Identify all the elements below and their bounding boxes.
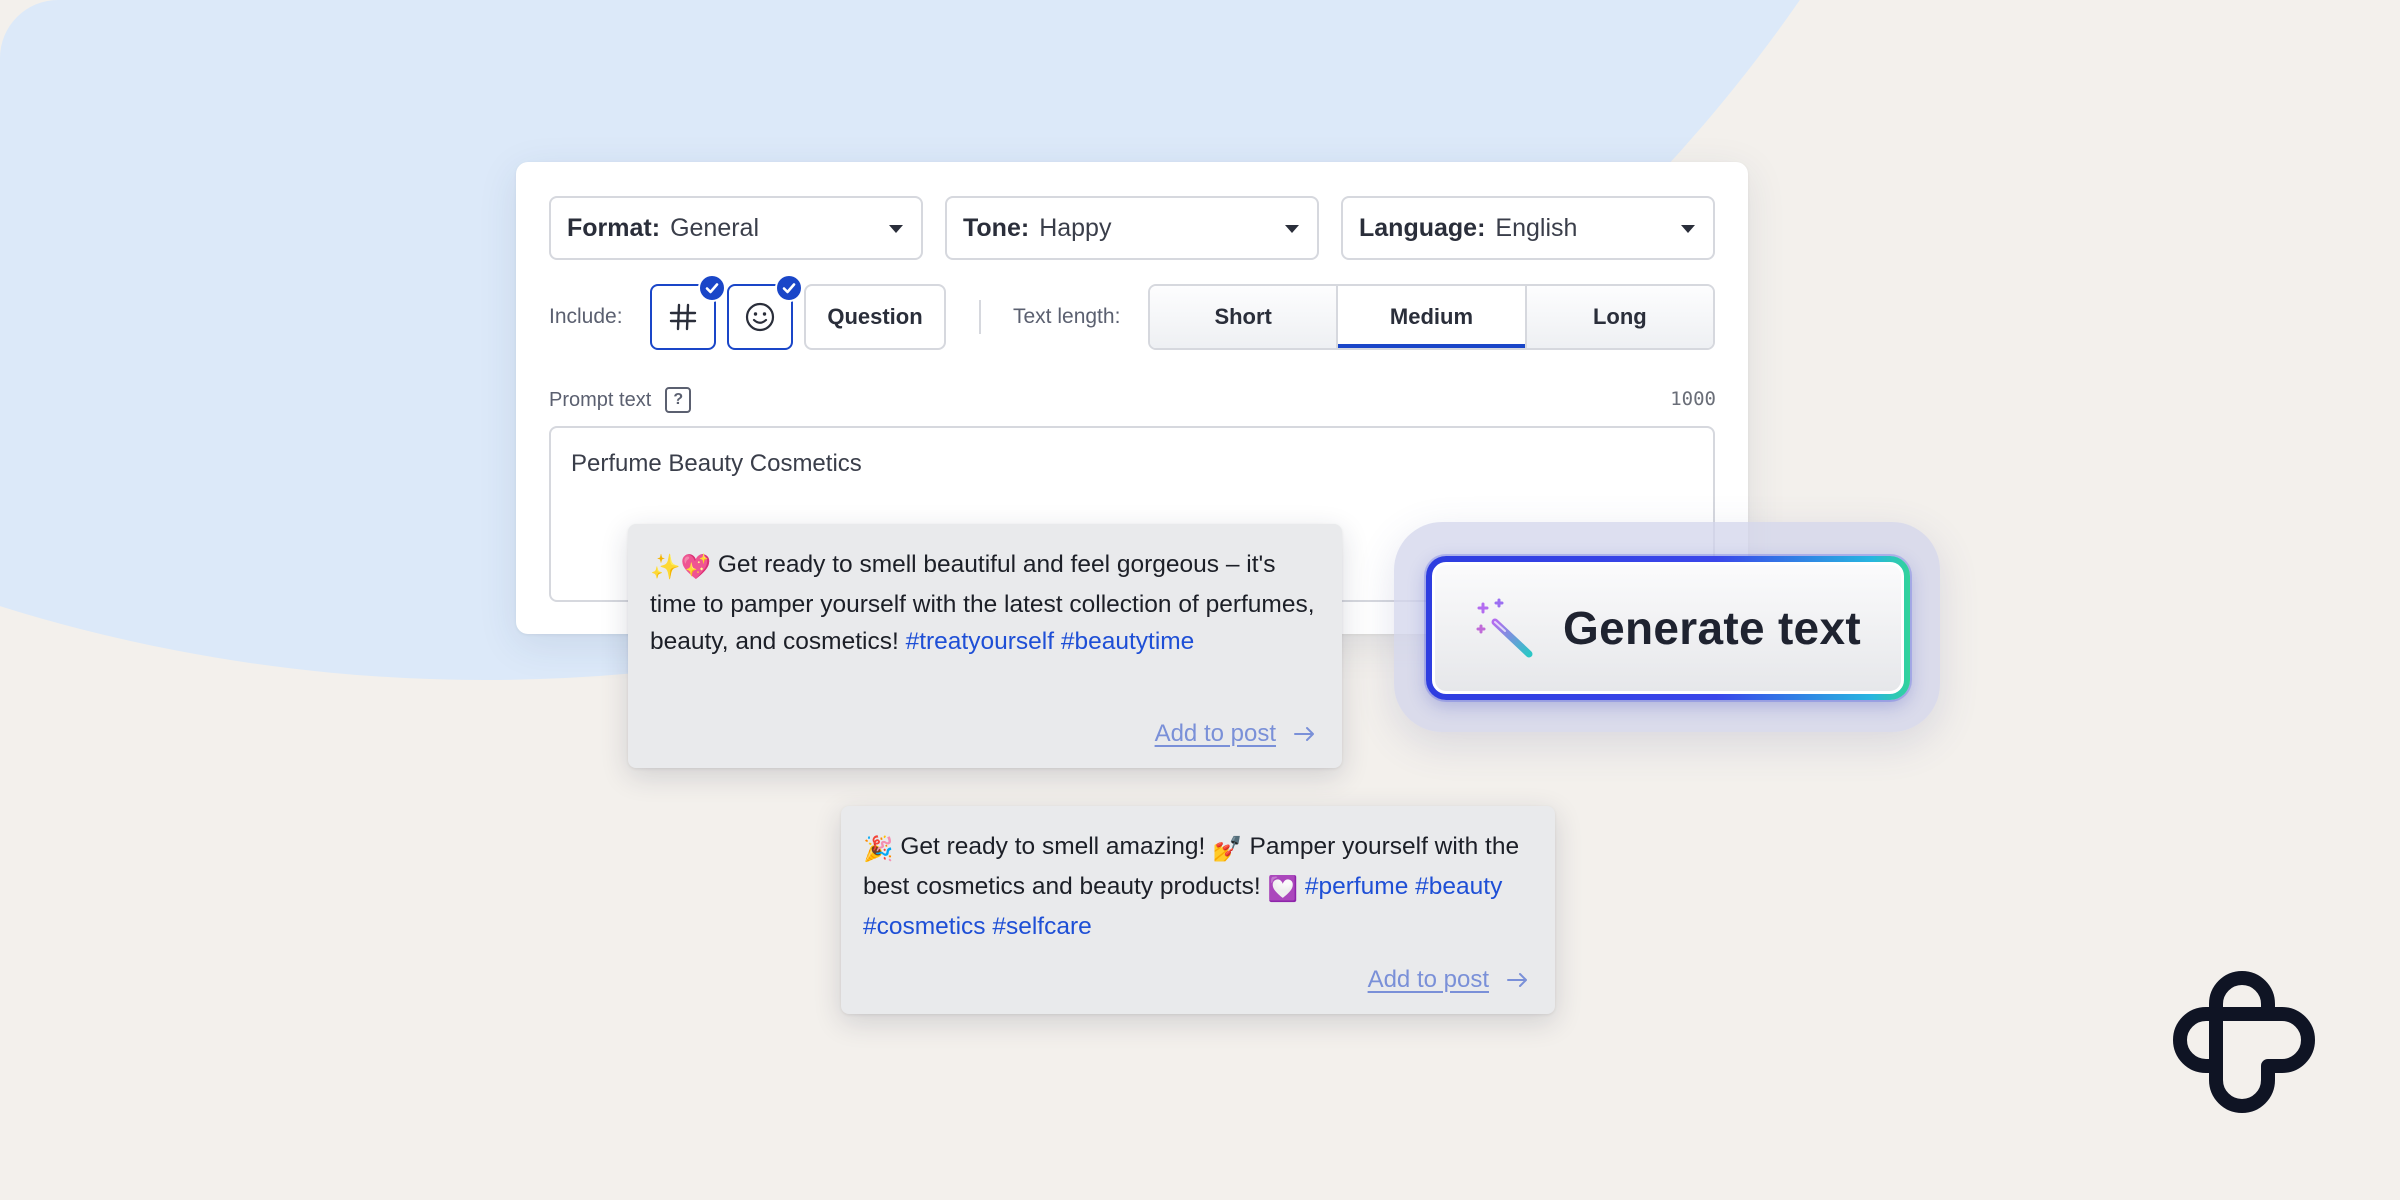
generate-button-label: Generate text — [1563, 602, 1861, 654]
include-question-button[interactable]: Question — [804, 284, 946, 350]
tone-label: Tone: — [963, 213, 1030, 242]
nail-polish-emoji: 💅 — [1212, 836, 1243, 863]
generate-button-face: Generate text — [1432, 562, 1904, 694]
format-label: Format: — [567, 213, 661, 242]
add-to-post-label: Add to post — [1154, 720, 1276, 747]
hash-icon — [669, 303, 697, 331]
checkmark-icon — [775, 274, 803, 302]
prompt-value: Perfume Beauty Cosmetics — [571, 450, 862, 477]
text-length-long[interactable]: Long — [1526, 286, 1713, 348]
include-hashtags-toggle[interactable] — [650, 274, 726, 350]
hashtag[interactable]: #treatyourself — [906, 628, 1054, 655]
language-label: Language: — [1359, 213, 1486, 242]
result-text: 🎉 Get ready to smell amazing! 💅 Pamper y… — [863, 828, 1533, 945]
include-label: Include: — [549, 305, 623, 328]
generate-text-button[interactable]: Generate text — [1426, 556, 1910, 700]
add-to-post-link[interactable]: Add to post — [1368, 966, 1529, 994]
add-to-post-label: Add to post — [1367, 966, 1489, 993]
language-value: English — [1495, 213, 1578, 242]
text-length-medium[interactable]: Medium — [1338, 286, 1527, 348]
divider — [979, 300, 981, 334]
include-emojis-toggle[interactable] — [727, 274, 803, 350]
smiley-icon — [745, 302, 775, 332]
heart-decoration-emoji: 💟 — [1267, 876, 1298, 903]
text-length-label: Text length: — [1013, 305, 1121, 328]
prompt-label: Prompt text — [549, 388, 652, 411]
checkmark-icon — [698, 274, 726, 302]
magic-wand-icon — [1476, 598, 1533, 658]
hashtag[interactable]: #selfcare — [992, 913, 1091, 940]
language-select[interactable]: Language: English — [1341, 196, 1715, 260]
help-icon[interactable]: ? — [665, 387, 692, 413]
app-logo-icon — [2173, 971, 2315, 1113]
result-text: ✨💖 Get ready to smell beautiful and feel… — [650, 546, 1320, 660]
character-count: 1000 — [1670, 388, 1716, 410]
result-card: 🎉 Get ready to smell amazing! 💅 Pamper y… — [841, 806, 1555, 1014]
result-body: Get ready to smell amazing! — [900, 833, 1206, 860]
text-length-segmented-control: Short Medium Long — [1148, 284, 1715, 350]
canvas: Format: General Tone: Happy Language: En… — [0, 0, 2400, 1200]
tone-value: Happy — [1039, 213, 1112, 242]
hashtag[interactable]: #beautytime — [1061, 628, 1194, 655]
text-length-short[interactable]: Short — [1150, 286, 1339, 348]
prompt-label-row: Prompt text ? — [549, 384, 692, 416]
format-value: General — [670, 213, 760, 242]
hashtag[interactable]: #perfume — [1305, 873, 1409, 900]
arrow-right-icon — [1294, 727, 1314, 741]
sparkles-heart-emoji: ✨💖 — [650, 554, 712, 581]
party-popper-emoji: 🎉 — [863, 836, 894, 863]
hashtag[interactable]: #beauty — [1415, 873, 1502, 900]
tone-select[interactable]: Tone: Happy — [945, 196, 1319, 260]
format-select[interactable]: Format: General — [549, 196, 923, 260]
chevron-down-icon — [889, 225, 903, 233]
chevron-down-icon — [1285, 225, 1299, 233]
add-to-post-link[interactable]: Add to post — [1155, 720, 1316, 748]
hashtag[interactable]: #cosmetics — [863, 913, 986, 940]
result-card: ✨💖 Get ready to smell beautiful and feel… — [628, 524, 1342, 768]
arrow-right-icon — [1507, 973, 1527, 987]
chevron-down-icon — [1681, 225, 1695, 233]
